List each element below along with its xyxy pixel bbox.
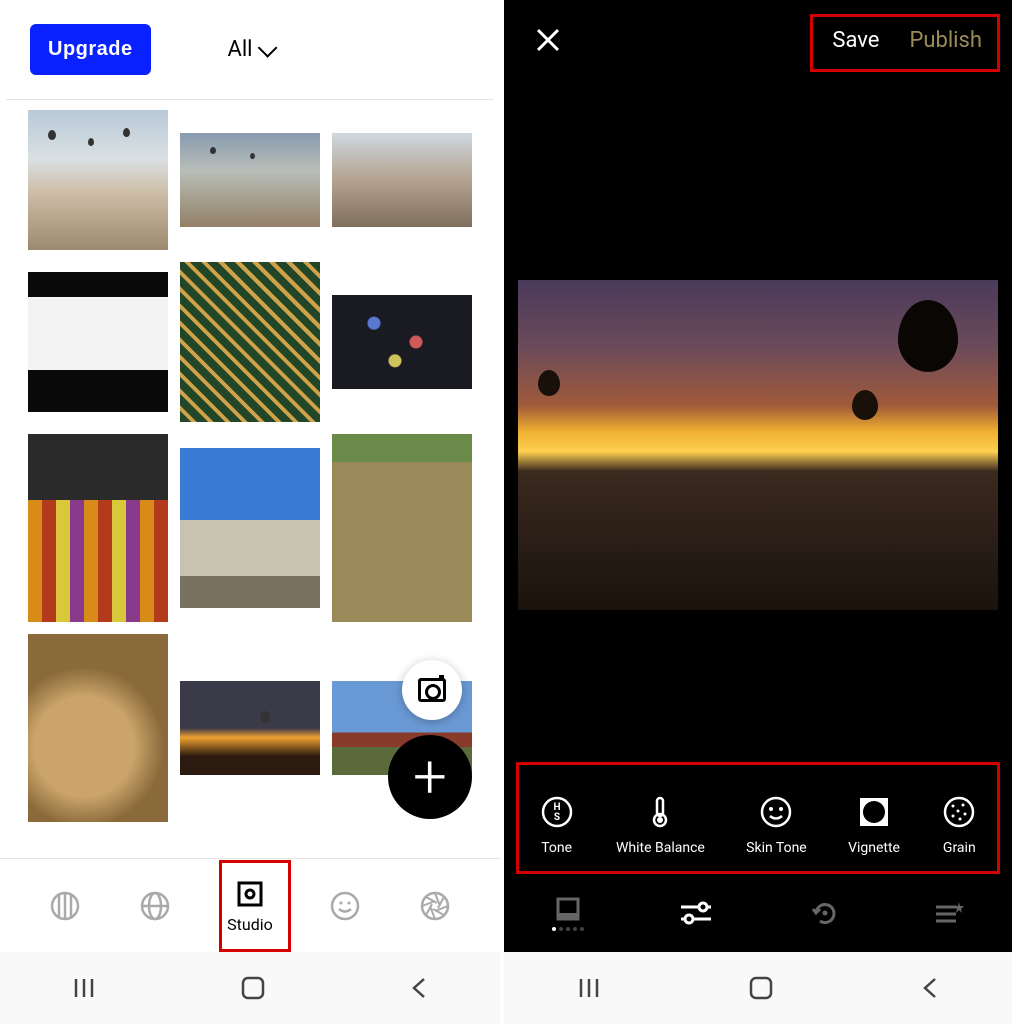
- thumb[interactable]: [180, 262, 320, 422]
- bottom-tabbar: Studio: [0, 858, 500, 952]
- thumb[interactable]: [28, 272, 168, 412]
- home-icon[interactable]: [747, 974, 775, 1002]
- thumb[interactable]: [28, 110, 168, 250]
- thumb[interactable]: [180, 133, 320, 227]
- thumb[interactable]: [332, 133, 472, 227]
- tab-settings[interactable]: [418, 889, 452, 923]
- editor-canvas[interactable]: [518, 280, 998, 610]
- thumb[interactable]: [28, 434, 168, 622]
- tool-label: White Balance: [616, 840, 705, 856]
- vignette-icon: [856, 794, 892, 830]
- thumb[interactable]: [28, 634, 168, 822]
- tab-feed[interactable]: [48, 889, 82, 923]
- camera-icon: [418, 678, 446, 702]
- tool-white-balance[interactable]: White Balance: [616, 794, 705, 856]
- thumb[interactable]: [180, 448, 320, 608]
- svg-text:S: S: [554, 812, 560, 823]
- tool-vignette[interactable]: Vignette: [848, 794, 900, 856]
- recents-icon[interactable]: [71, 975, 97, 1001]
- tab-label: Studio: [227, 915, 273, 934]
- home-icon[interactable]: [239, 974, 267, 1002]
- tool-label: Skin Tone: [746, 840, 807, 856]
- tool-label: Vignette: [848, 840, 900, 856]
- save-publish-group: Save Publish: [832, 28, 982, 53]
- thermometer-icon: [642, 794, 678, 830]
- shutter-icon: [418, 889, 452, 923]
- thumb[interactable]: [180, 681, 320, 775]
- system-nav: [504, 952, 1012, 1024]
- add-fab[interactable]: +: [388, 735, 472, 819]
- tab-recipes[interactable]: [934, 899, 964, 927]
- close-icon[interactable]: [534, 26, 562, 54]
- sliders-icon: [679, 899, 713, 927]
- undo-icon: [809, 898, 839, 928]
- back-icon[interactable]: [409, 975, 429, 1001]
- upgrade-button[interactable]: Upgrade: [30, 24, 151, 75]
- filter-dropdown[interactable]: All: [227, 37, 272, 62]
- tool-grain[interactable]: Grain: [941, 794, 977, 856]
- tool-label: Grain: [943, 840, 976, 856]
- system-nav: [0, 952, 500, 1024]
- edit-tools: HS Tone White Balance Skin Tone: [518, 782, 998, 874]
- tab-adjust[interactable]: [679, 899, 713, 927]
- tool-skin-tone[interactable]: Skin Tone: [746, 794, 807, 856]
- publish-button[interactable]: Publish: [909, 28, 982, 53]
- recipe-icon: [934, 899, 964, 927]
- tab-discover[interactable]: [138, 889, 172, 923]
- back-icon[interactable]: [920, 975, 940, 1001]
- thumb[interactable]: [332, 434, 472, 622]
- tool-label: Tone: [541, 840, 572, 856]
- tone-icon: HS: [539, 794, 575, 830]
- editor-screen: Save Publish HS Tone White Balance: [504, 0, 1012, 1024]
- save-button[interactable]: Save: [832, 28, 879, 53]
- tab-profile[interactable]: [328, 889, 362, 923]
- tab-history[interactable]: [809, 898, 839, 928]
- studio-screen: Upgrade All: [0, 0, 504, 1024]
- tab-presets[interactable]: [552, 895, 584, 931]
- filter-label: All: [227, 37, 252, 62]
- recents-icon[interactable]: [576, 975, 602, 1001]
- editor-tabbar: [504, 874, 1012, 952]
- tab-studio[interactable]: Studio: [227, 877, 273, 934]
- face-icon: [758, 794, 794, 830]
- camera-fab[interactable]: [402, 660, 462, 720]
- globe-icon: [138, 889, 172, 923]
- tool-tone[interactable]: HS Tone: [539, 794, 575, 856]
- editor-header: Save Publish: [504, 0, 1012, 80]
- stack-icon: [48, 889, 82, 923]
- grain-icon: [941, 794, 977, 830]
- smile-icon: [328, 889, 362, 923]
- thumb[interactable]: [332, 295, 472, 389]
- studio-header: Upgrade All: [0, 0, 500, 99]
- chevron-down-icon: [258, 37, 278, 57]
- studio-icon: [233, 877, 267, 911]
